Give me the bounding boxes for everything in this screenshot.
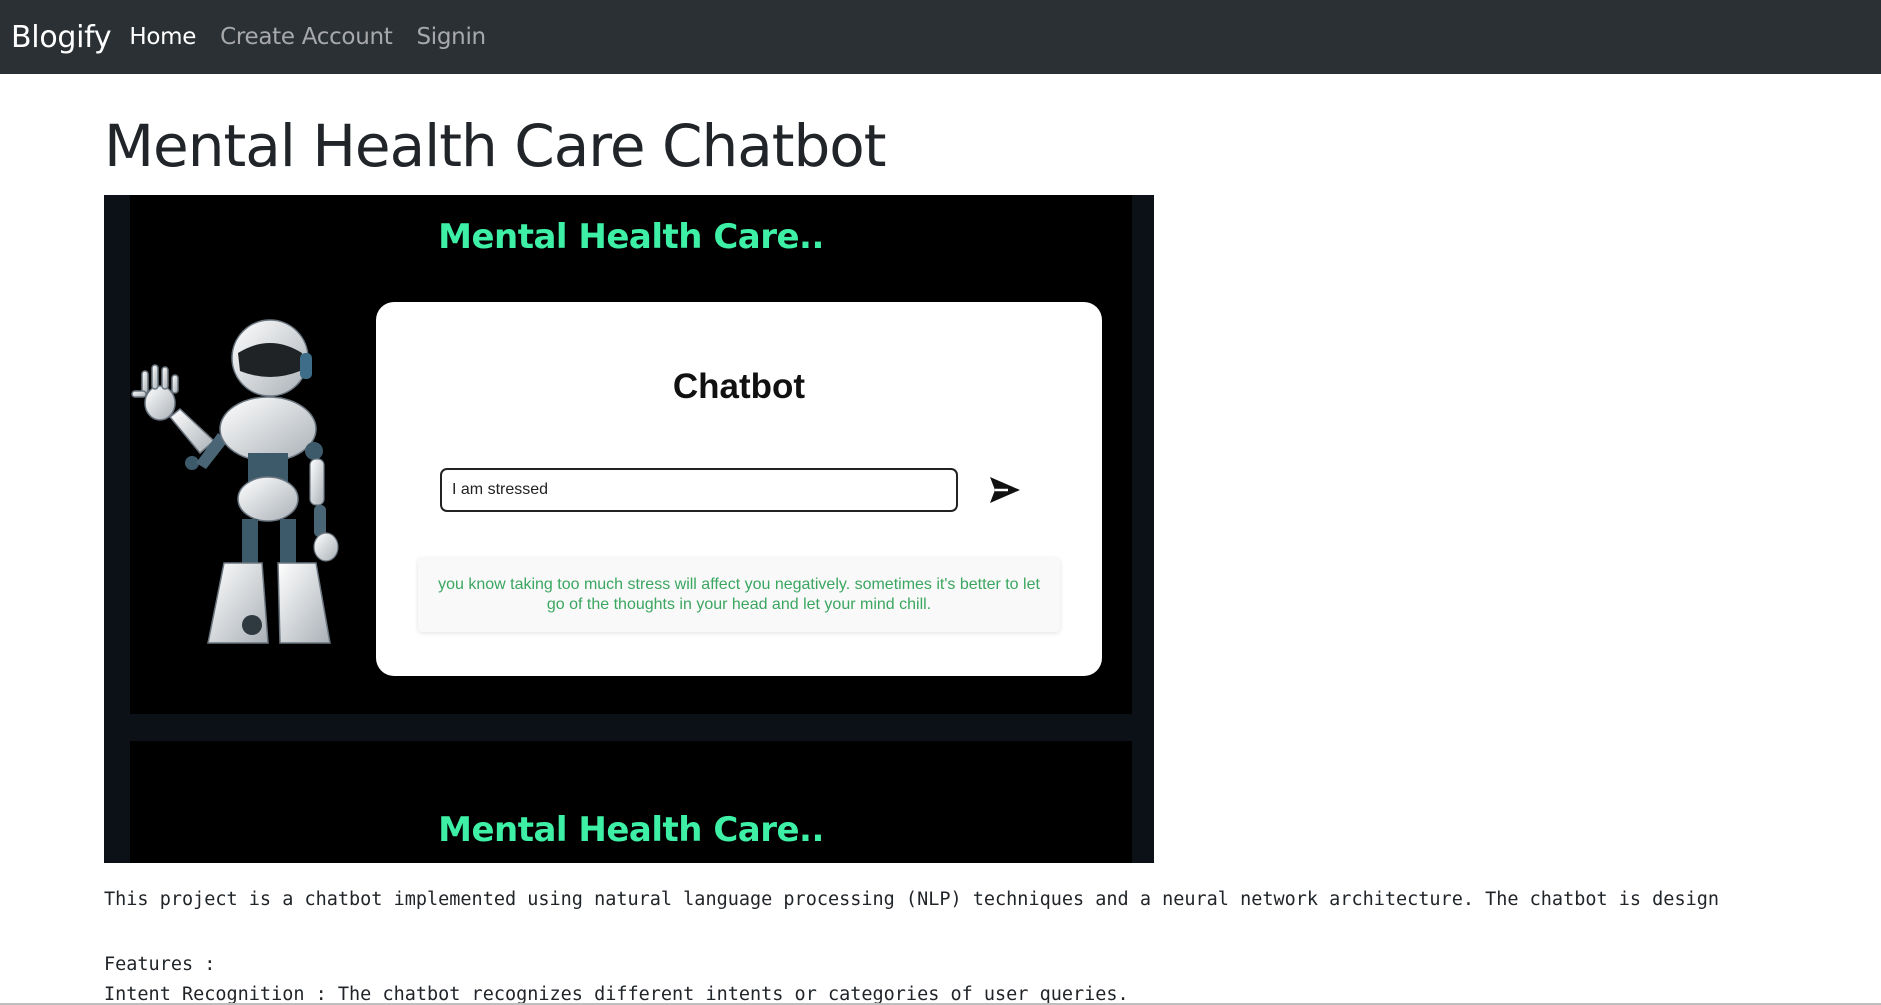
project-screenshot-image: Mental Health Care.. Chatbot I am stress… (104, 195, 1154, 863)
brand-logo[interactable]: Blogify (11, 20, 112, 55)
feature-item: Intent Recognition : The chatbot recogni… (104, 984, 1129, 1005)
features-label: Features : (104, 954, 216, 975)
banner-title-repeat: Mental Health Care.. (438, 810, 824, 850)
nav-link-home[interactable]: Home (129, 24, 196, 50)
chat-message-input[interactable] (440, 468, 958, 512)
chatbot-heading: Chatbot (672, 367, 806, 406)
screenshot-panel-top: Mental Health Care.. Chatbot I am stress… (130, 195, 1132, 714)
nav-link-create-account[interactable]: Create Account (220, 24, 393, 50)
send-arrow-icon (990, 477, 1020, 503)
page-title: Mental Health Care Chatbot (104, 112, 887, 180)
nav-links: Home Create Account Signin (129, 24, 509, 50)
project-description: This project is a chatbot implemented us… (104, 889, 1720, 910)
banner-title: Mental Health Care.. (438, 217, 824, 257)
nav-link-signin[interactable]: Signin (416, 24, 486, 50)
chatbot-card: Chatbot you know taking too much stress … (376, 302, 1102, 676)
screenshot-panel-bottom: Mental Health Care.. (130, 741, 1132, 863)
chat-response: you know taking too much stress will aff… (418, 558, 1060, 632)
navbar: Blogify Home Create Account Signin (0, 0, 1881, 74)
robot-illustration (131, 319, 339, 644)
send-button[interactable] (988, 474, 1022, 506)
